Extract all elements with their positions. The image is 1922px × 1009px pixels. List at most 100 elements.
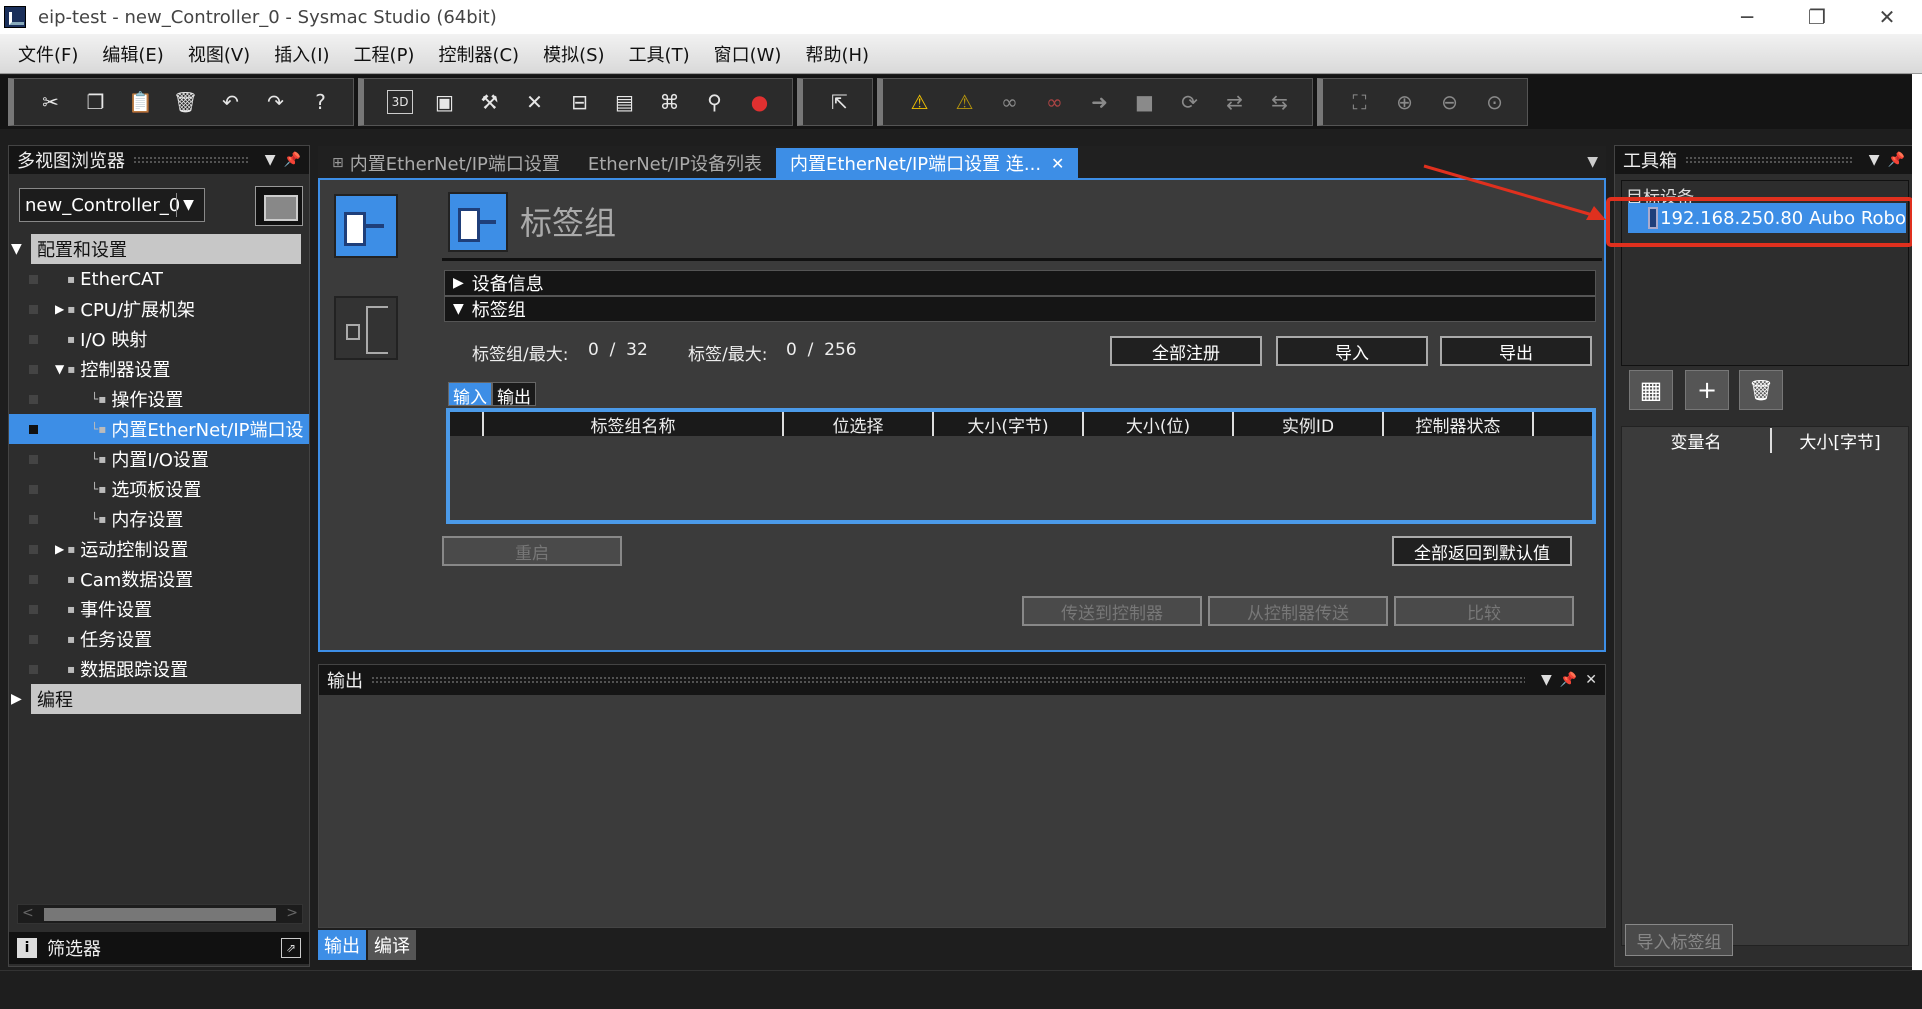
window-icon[interactable]: ▣ xyxy=(422,82,467,122)
refresh-icon[interactable]: ⟳ xyxy=(1167,82,1212,122)
column-header[interactable]: 标签组名称 xyxy=(484,412,784,437)
zoom-in-icon[interactable]: ⊕ xyxy=(1382,82,1427,122)
maximize-button[interactable]: ❐ xyxy=(1782,5,1852,29)
warning-icon[interactable]: ⚠ xyxy=(897,82,942,122)
fit-icon[interactable]: ⛶ xyxy=(1337,82,1382,122)
delete-icon[interactable]: 🗑 xyxy=(163,82,208,122)
tab-device-list[interactable]: EtherNet/IP设备列表 xyxy=(574,148,776,178)
menu-simulation[interactable]: 模拟(S) xyxy=(531,41,616,67)
tree-item[interactable]: └▪ 内置EtherNet/IP端口设 xyxy=(9,414,309,444)
expand-right-icon[interactable]: ▶ xyxy=(11,691,22,707)
tab-build[interactable]: 编译 xyxy=(368,930,416,960)
register-all-button[interactable]: 全部注册 xyxy=(1110,336,1262,366)
undo-icon[interactable]: ↶ xyxy=(208,82,253,122)
tree-item[interactable]: ▼ ▪ 控制器设置 xyxy=(9,354,309,384)
menu-insert[interactable]: 插入(I) xyxy=(262,41,341,67)
scroll-left-icon[interactable]: < xyxy=(22,905,34,921)
menu-project[interactable]: 工程(P) xyxy=(342,41,427,67)
minimize-button[interactable]: ─ xyxy=(1712,5,1782,29)
chevron-down-icon[interactable]: ▼ xyxy=(176,193,200,217)
sync-icon[interactable]: ⇄ xyxy=(1212,82,1257,122)
expand-down-icon[interactable]: ▼ xyxy=(11,241,22,257)
warning-off-icon[interactable]: ⚠ xyxy=(942,82,987,122)
cut-icon[interactable]: ✂ xyxy=(28,82,73,122)
zoom-out-icon[interactable]: ⊖ xyxy=(1427,82,1472,122)
error-icon[interactable]: ● xyxy=(737,82,782,122)
pin-icon[interactable]: 📌 xyxy=(284,152,301,168)
expand-right-icon[interactable]: ▶ xyxy=(55,542,64,556)
import-tag-group-button[interactable]: 导入标签组 xyxy=(1625,924,1733,956)
column-header[interactable]: 位选择 xyxy=(784,412,934,437)
search-icon[interactable]: ⚲ xyxy=(692,82,737,122)
controller-icon[interactable] xyxy=(255,186,303,226)
menu-edit[interactable]: 编辑(E) xyxy=(90,41,175,67)
paste-icon[interactable]: 📋 xyxy=(118,82,163,122)
3d-icon[interactable]: 3D xyxy=(387,90,413,114)
tab-port-settings[interactable]: ⊞ 内置EtherNet/IP端口设置 xyxy=(318,148,574,178)
pin-icon[interactable]: ⇗ xyxy=(281,938,301,958)
transfer-icon[interactable]: ➜ xyxy=(1077,82,1122,122)
watch-off-icon[interactable]: ∞ xyxy=(1032,82,1077,122)
close-button[interactable]: ✕ xyxy=(1852,5,1922,29)
tree-item[interactable]: ▪ EtherCAT xyxy=(9,264,309,294)
column-header[interactable]: 实例ID xyxy=(1234,412,1384,437)
watch-icon[interactable]: ∞ xyxy=(987,82,1032,122)
table-icon[interactable]: ▤ xyxy=(602,82,647,122)
transfer-from-controller-button[interactable]: 从控制器传送 xyxy=(1208,596,1388,626)
online-icon[interactable]: ⇱ xyxy=(817,82,862,122)
zoom-reset-icon[interactable]: ⊙ xyxy=(1472,82,1517,122)
menu-view[interactable]: 视图(V) xyxy=(176,41,262,67)
tree-item[interactable]: ▶ ▪ 运动控制设置 xyxy=(9,534,309,564)
redo-icon[interactable]: ↷ xyxy=(253,82,298,122)
tag-group-view-icon[interactable] xyxy=(334,194,398,258)
tab-port-connection[interactable]: 内置EtherNet/IP端口设置 连... ✕ xyxy=(776,148,1079,178)
menu-tools[interactable]: 工具(T) xyxy=(617,41,702,67)
import-button[interactable]: 导入 xyxy=(1276,336,1428,366)
pin-icon[interactable]: 📌 xyxy=(1560,672,1577,688)
cross-ref-icon[interactable]: ✕ xyxy=(512,82,557,122)
horizontal-scrollbar[interactable]: < > xyxy=(17,904,303,924)
expand-right-icon[interactable]: ▶ xyxy=(55,302,64,316)
menu-help[interactable]: 帮助(H) xyxy=(793,41,881,67)
copy-icon[interactable]: ❐ xyxy=(73,82,118,122)
column-header[interactable]: 变量名 xyxy=(1622,427,1772,453)
column-header[interactable]: 大小[字节] xyxy=(1772,428,1908,453)
add-icon[interactable]: + xyxy=(1685,370,1729,410)
tree-section[interactable]: ▼ 配置和设置 xyxy=(11,234,301,264)
add-group-icon[interactable]: ▦ xyxy=(1629,370,1673,410)
connection-view-icon[interactable] xyxy=(334,296,398,360)
tag-group-section[interactable]: ▼ 标签组 xyxy=(444,296,1596,322)
reset-default-button[interactable]: 全部返回到默认值 xyxy=(1392,536,1572,566)
sync2-icon[interactable]: ⇆ xyxy=(1257,82,1302,122)
menu-controller[interactable]: 控制器(C) xyxy=(426,41,531,67)
transfer-to-controller-button[interactable]: 传送到控制器 xyxy=(1022,596,1202,626)
menu-window[interactable]: 窗口(W) xyxy=(702,41,794,67)
tree-item[interactable]: └▪ 内存设置 xyxy=(9,504,309,534)
stop-icon[interactable]: ■ xyxy=(1122,82,1167,122)
close-icon[interactable]: ✕ xyxy=(1051,154,1064,173)
menu-file[interactable]: 文件(F) xyxy=(6,41,90,67)
scroll-right-icon[interactable]: > xyxy=(286,905,298,921)
tab-input[interactable]: 输入 xyxy=(448,382,492,408)
tree-item[interactable]: ▪ Cam数据设置 xyxy=(9,564,309,594)
help-icon[interactable]: ? xyxy=(298,82,343,122)
tree-item[interactable]: ▪ 数据跟踪设置 xyxy=(9,654,309,684)
controller-select[interactable]: new_Controller_0 ▼ xyxy=(19,188,205,222)
delete-icon[interactable]: 🗑 xyxy=(1739,370,1783,410)
restart-button[interactable]: 重启 xyxy=(442,536,622,566)
device-info-section[interactable]: ▶ 设备信息 xyxy=(444,270,1596,296)
tree-item[interactable]: ▶ ▪ CPU/扩展机架 xyxy=(9,294,309,324)
tree-item[interactable]: ▪ I/O 映射 xyxy=(9,324,309,354)
tree-item[interactable]: ▪ 事件设置 xyxy=(9,594,309,624)
tree-item[interactable]: └▪ 内置I/O设置 xyxy=(9,444,309,474)
chevron-down-icon[interactable]: ▼ xyxy=(1541,672,1552,688)
expand-down-icon[interactable]: ▼ xyxy=(55,362,64,376)
tree-item[interactable]: ▪ 任务设置 xyxy=(9,624,309,654)
filter-bar[interactable]: i 筛选器 ⇗ xyxy=(9,932,309,964)
tab-output[interactable]: 输出 xyxy=(318,930,366,960)
compare-icon[interactable]: ⊟ xyxy=(557,82,602,122)
tree-item[interactable]: └▪ 选项板设置 xyxy=(9,474,309,504)
tree-section[interactable]: ▶ 编程 xyxy=(11,684,301,714)
tree-item[interactable]: └▪ 操作设置 xyxy=(9,384,309,414)
compare-button[interactable]: 比较 xyxy=(1394,596,1574,626)
